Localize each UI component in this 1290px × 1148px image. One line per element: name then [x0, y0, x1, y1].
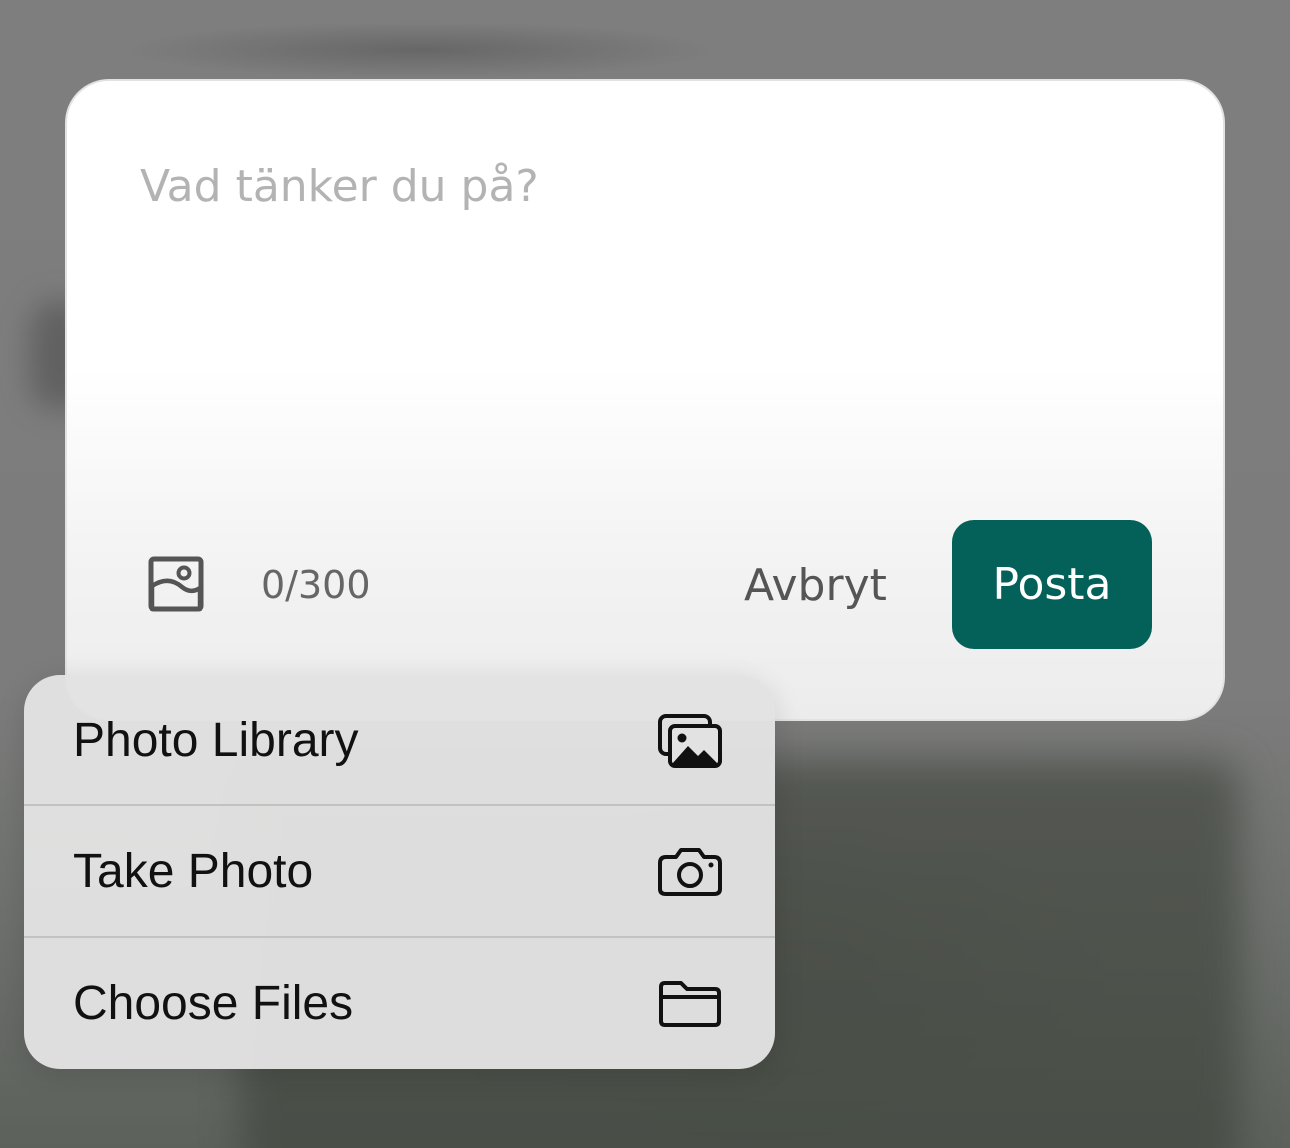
menu-item-photo-library[interactable]: Photo Library [24, 675, 775, 806]
photo-library-icon [657, 711, 723, 771]
menu-item-label: Choose Files [73, 977, 354, 1030]
post-text-input[interactable] [140, 161, 1140, 461]
post-composer-card: 0/300 Avbryt Posta [65, 79, 1225, 721]
cancel-button[interactable]: Avbryt [732, 555, 899, 615]
menu-item-take-photo[interactable]: Take Photo [24, 806, 775, 937]
folder-icon [657, 974, 723, 1034]
character-counter: 0/300 [261, 563, 371, 607]
menu-item-label: Take Photo [73, 845, 314, 898]
add-image-button[interactable] [147, 555, 205, 613]
image-icon [148, 556, 204, 612]
menu-item-choose-files[interactable]: Choose Files [24, 938, 775, 1069]
camera-icon [657, 842, 723, 902]
attachment-menu: Photo Library Take Photo Choose Files [24, 675, 775, 1069]
menu-item-label: Photo Library [73, 714, 359, 767]
post-button[interactable]: Posta [952, 520, 1152, 649]
